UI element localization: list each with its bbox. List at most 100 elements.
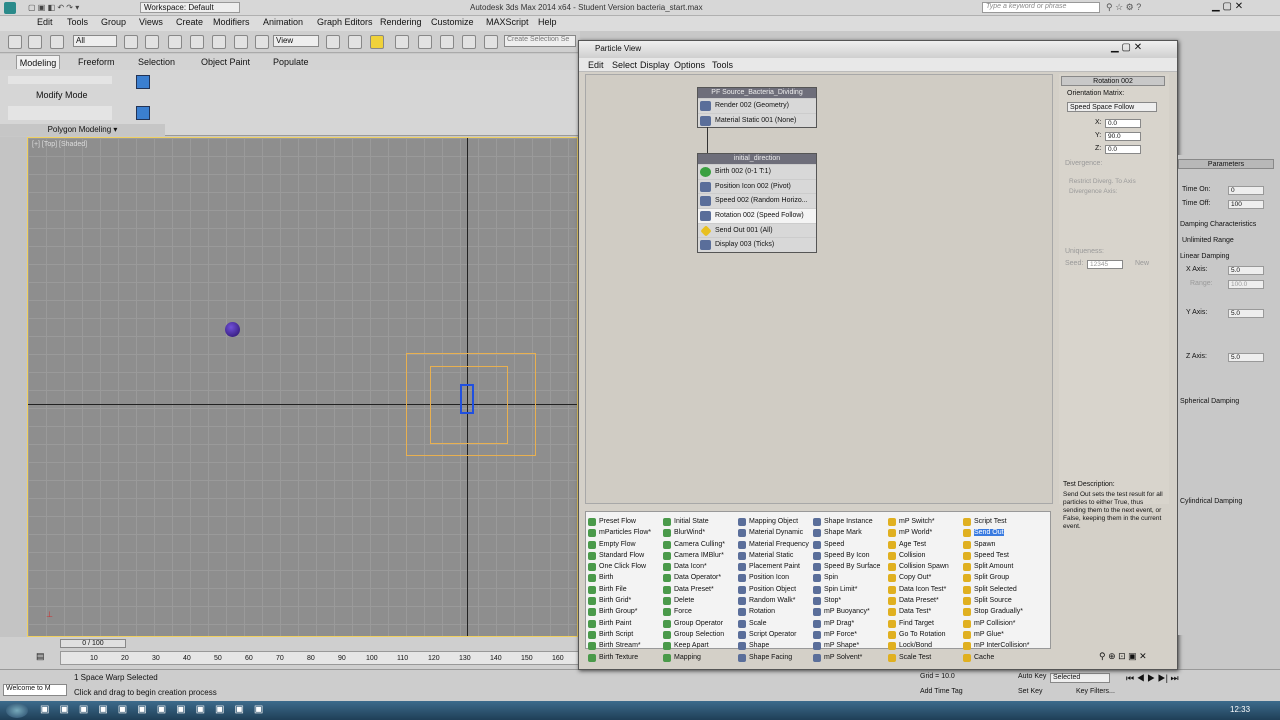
depot-item[interactable]: Birth Group*: [588, 606, 663, 617]
add-time-tag[interactable]: Add Time Tag: [920, 688, 963, 695]
particle-view-titlebar[interactable]: Particle View ▁ ▢ ✕: [579, 41, 1177, 58]
edit-named-sel-icon[interactable]: [462, 35, 476, 49]
depot-item[interactable]: Mapping: [663, 652, 738, 663]
search-input[interactable]: Type a keyword or phrase: [982, 2, 1100, 13]
time-slider[interactable]: 0 / 100: [60, 639, 126, 648]
key-set-dropdown[interactable]: Selected: [1050, 673, 1110, 683]
menu-item-create[interactable]: Create: [176, 17, 203, 27]
menu-item-help[interactable]: Help: [538, 17, 557, 27]
depot-item[interactable]: mP Shape*: [813, 640, 888, 651]
app-logo-icon[interactable]: [4, 2, 16, 14]
depot-item[interactable]: Data Icon*: [663, 561, 738, 572]
depot-item[interactable]: Birth Texture: [588, 652, 663, 663]
operator-rotation[interactable]: Rotation 002 (Speed Follow): [698, 208, 816, 223]
depot-item[interactable]: mParticles Flow*: [588, 527, 663, 538]
seed-field[interactable]: 12345: [1087, 260, 1123, 269]
tab-modeling[interactable]: Modeling: [16, 55, 60, 69]
menu-item-animation[interactable]: Animation: [263, 17, 303, 27]
depot-item[interactable]: Group Operator: [663, 618, 738, 629]
depot-item[interactable]: Find Target: [888, 618, 963, 629]
pv-menu-display[interactable]: Display: [640, 60, 670, 70]
mirror-icon[interactable]: [484, 35, 498, 49]
y-axis-field[interactable]: 5.0: [1228, 309, 1264, 318]
percent-snap-icon[interactable]: [418, 35, 432, 49]
rect-select-icon[interactable]: [168, 35, 182, 49]
pv-menu-tools[interactable]: Tools: [712, 60, 733, 70]
maxscript-listener[interactable]: Welcome to M: [3, 684, 67, 696]
pv-menu-options[interactable]: Options: [674, 60, 705, 70]
menu-item-group[interactable]: Group: [101, 17, 126, 27]
quick-access-icons[interactable]: ▢ ▣ ◧ ↶ ↷ ▾: [28, 3, 79, 12]
menu-item-tools[interactable]: Tools: [67, 17, 88, 27]
time-on-field[interactable]: 0: [1228, 186, 1264, 195]
depot-item[interactable]: Preset Flow: [588, 516, 663, 527]
depot-item[interactable]: mP Switch*: [888, 516, 963, 527]
depot-item[interactable]: Speed By Icon: [813, 550, 888, 561]
trackbar[interactable]: 10 20 30 40 50 60 70 80 90 100 110 120 1…: [60, 651, 580, 665]
event-display[interactable]: PF Source_Bacteria_Dividing Render 002 (…: [585, 74, 1053, 504]
window-crossing-icon[interactable]: [190, 35, 204, 49]
new-seed-button[interactable]: New: [1135, 260, 1149, 267]
depot-item[interactable]: Data Icon Test*: [888, 584, 963, 595]
select-icon[interactable]: [124, 35, 138, 49]
unlimited-range-checkbox[interactable]: Unlimited Range: [1182, 237, 1234, 244]
x-field[interactable]: 0.0: [1105, 119, 1141, 128]
depot-item[interactable]: Group Selection: [663, 629, 738, 640]
depot-item[interactable]: Mapping Object: [738, 516, 813, 527]
depot-item[interactable]: Camera IMBlur*: [663, 550, 738, 561]
depot-item[interactable]: Delete: [663, 595, 738, 606]
parameters-rollout[interactable]: Parameters: [1178, 159, 1274, 169]
undo-icon[interactable]: [8, 35, 22, 49]
depot-item[interactable]: Spin: [813, 572, 888, 583]
depot-item[interactable]: Spin Limit*: [813, 584, 888, 595]
depot-item[interactable]: Split Amount: [963, 561, 1038, 572]
depot-item[interactable]: Birth File: [588, 584, 663, 595]
menu-item-maxscript[interactable]: MAXScript: [486, 17, 529, 27]
depot-item[interactable]: Birth Script: [588, 629, 663, 640]
move-icon[interactable]: [212, 35, 226, 49]
snap-toggle-icon[interactable]: [370, 35, 384, 49]
x-range-field[interactable]: 100.0: [1228, 280, 1264, 289]
polygon-modeling-panel[interactable]: Polygon Modeling ▾: [0, 124, 165, 136]
depot-item[interactable]: mP World*: [888, 527, 963, 538]
set-key-button[interactable]: Set Key: [1018, 688, 1043, 695]
depot-item[interactable]: Collision Spawn: [888, 561, 963, 572]
y-field[interactable]: 90.0: [1105, 132, 1141, 141]
depot-item[interactable]: Age Test: [888, 539, 963, 550]
depot-item[interactable]: One Click Flow: [588, 561, 663, 572]
depot-item[interactable]: Material Frequency: [738, 539, 813, 550]
key-filters-button[interactable]: Key Filters...: [1076, 688, 1115, 695]
reference-coord-dropdown[interactable]: View: [273, 35, 319, 47]
depot-item[interactable]: Stop*: [813, 595, 888, 606]
depot-item[interactable]: mP Glue*: [963, 629, 1038, 640]
window-controls[interactable]: ▁ ▢ ✕: [1212, 1, 1243, 12]
scale-icon[interactable]: [255, 35, 269, 49]
operator-display[interactable]: Display 003 (Ticks): [698, 237, 816, 252]
tab-freeform[interactable]: Freeform: [78, 57, 115, 67]
depot-item[interactable]: Speed: [813, 539, 888, 550]
start-button-icon[interactable]: [6, 703, 28, 718]
depot-item[interactable]: Birth: [588, 572, 663, 583]
depot-item[interactable]: Copy Out*: [888, 572, 963, 583]
depot-item[interactable]: Position Icon: [738, 572, 813, 583]
pv-menu-edit[interactable]: Edit: [588, 60, 604, 70]
depot-item[interactable]: Go To Rotation: [888, 629, 963, 640]
operator-birth[interactable]: Birth 002 (0-1 T:1): [698, 164, 816, 179]
depot-item[interactable]: Data Test*: [888, 606, 963, 617]
depot-item[interactable]: Shape Instance: [813, 516, 888, 527]
menu-item-edit[interactable]: Edit: [37, 17, 53, 27]
depot-item[interactable]: Random Walk*: [738, 595, 813, 606]
depot-item[interactable]: Keep Apart: [663, 640, 738, 651]
viewport-label[interactable]: [+] [Top] [Shaded]: [32, 141, 87, 148]
menu-item-rendering[interactable]: Rendering: [380, 17, 422, 27]
depot-item[interactable]: mP Force*: [813, 629, 888, 640]
bind-icon[interactable]: [50, 35, 64, 49]
depot-item[interactable]: Shape Facing: [738, 652, 813, 663]
depot-item[interactable]: Force: [663, 606, 738, 617]
menu-item-customize[interactable]: Customize: [431, 17, 474, 27]
taskbar-apps[interactable]: ▣▣▣▣▣▣▣▣▣▣▣▣: [40, 704, 273, 715]
edit-poly-icon[interactable]: [136, 106, 150, 120]
time-off-field[interactable]: 100: [1228, 200, 1264, 209]
z-axis-field[interactable]: 5.0: [1228, 353, 1264, 362]
depot-item[interactable]: Lock/Bond: [888, 640, 963, 651]
